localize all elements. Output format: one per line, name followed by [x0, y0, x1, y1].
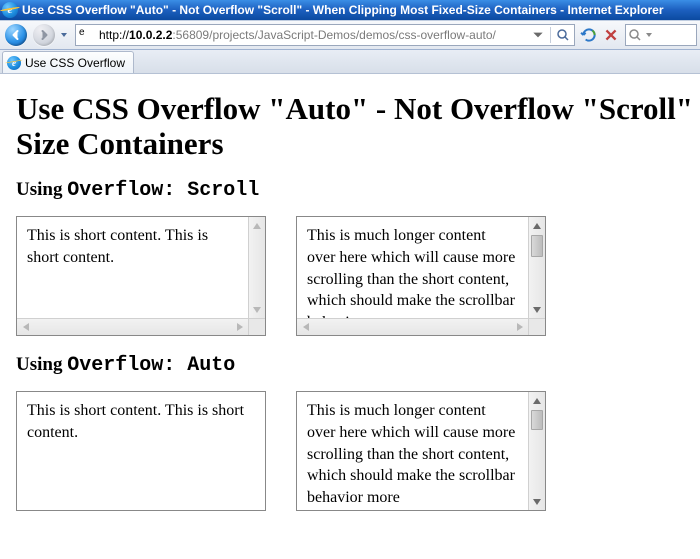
vertical-scrollbar[interactable] — [528, 217, 545, 318]
panel-scroll-short: This is short content. This is short con… — [16, 216, 266, 336]
forward-button[interactable] — [31, 23, 57, 47]
nav-history-dropdown[interactable] — [59, 23, 69, 47]
window-titlebar: e Use CSS Overflow "Auto" - Not Overflow… — [0, 0, 700, 20]
panel-text: This is short content. This is short con… — [17, 217, 248, 318]
panel-text: This is much longer content over here wh… — [297, 392, 528, 510]
section-2-heading: Using Overflow: Auto — [16, 354, 684, 377]
scroll-down-button[interactable] — [249, 301, 265, 318]
vertical-scrollbar[interactable] — [248, 217, 265, 318]
page-content: Use CSS Overflow "Auto" - Not Overflow "… — [0, 74, 700, 521]
panel-text: This is short content. This is short con… — [17, 392, 265, 510]
ie-logo-icon: e — [2, 2, 18, 18]
divider — [550, 27, 551, 43]
horizontal-scrollbar[interactable] — [17, 318, 248, 335]
refresh-button[interactable] — [580, 26, 598, 44]
dropdown-icon[interactable] — [531, 28, 545, 42]
scroll-down-button[interactable] — [529, 493, 545, 510]
horizontal-scrollbar[interactable] — [297, 318, 528, 335]
back-button[interactable] — [3, 23, 29, 47]
scroll-thumb[interactable] — [531, 235, 543, 257]
browser-tab[interactable]: e Use CSS Overflow — [2, 51, 134, 73]
tab-favicon: e — [7, 56, 21, 70]
panel-auto-long: This is much longer content over here wh… — [296, 391, 546, 511]
url-text: http://10.0.2.2:56809/projects/JavaScrip… — [99, 28, 527, 42]
section-1-heading: Using Overflow: Scroll — [16, 179, 684, 202]
row-scroll: This is short content. This is short con… — [16, 216, 684, 336]
scroll-right-button[interactable] — [231, 319, 248, 335]
forward-icon — [33, 24, 55, 46]
search-box[interactable] — [625, 24, 697, 46]
stop-button[interactable] — [603, 27, 619, 43]
back-icon — [5, 24, 27, 46]
window-title: Use CSS Overflow "Auto" - Not Overflow "… — [22, 3, 664, 17]
scroll-up-button[interactable] — [529, 217, 545, 234]
scroll-right-button[interactable] — [511, 319, 528, 335]
vertical-scrollbar[interactable] — [528, 392, 545, 510]
search-dropdown-icon[interactable] — [645, 31, 653, 39]
panel-auto-short: This is short content. This is short con… — [16, 391, 266, 511]
scroll-left-button[interactable] — [297, 319, 314, 335]
panel-scroll-long: This is much longer content over here wh… — [296, 216, 546, 336]
address-bar[interactable]: e http://10.0.2.2:56809/projects/JavaScr… — [75, 24, 575, 46]
scroll-thumb[interactable] — [531, 410, 543, 430]
search-provider-icon — [628, 28, 642, 42]
tab-strip: e Use CSS Overflow — [0, 50, 700, 74]
page-heading: Use CSS Overflow "Auto" - Not Overflow "… — [16, 92, 684, 161]
browser-toolbar: e http://10.0.2.2:56809/projects/JavaScr… — [0, 20, 700, 50]
search-icon[interactable] — [556, 28, 570, 42]
scroll-corner — [248, 318, 265, 335]
page-icon: e — [79, 27, 95, 43]
scroll-up-button[interactable] — [529, 392, 545, 409]
scroll-corner — [528, 318, 545, 335]
scroll-up-button[interactable] — [249, 217, 265, 234]
scroll-left-button[interactable] — [17, 319, 34, 335]
tab-title: Use CSS Overflow — [25, 56, 125, 70]
scroll-down-button[interactable] — [529, 301, 545, 318]
panel-text: This is much longer content over here wh… — [297, 217, 528, 318]
row-auto: This is short content. This is short con… — [16, 391, 684, 511]
